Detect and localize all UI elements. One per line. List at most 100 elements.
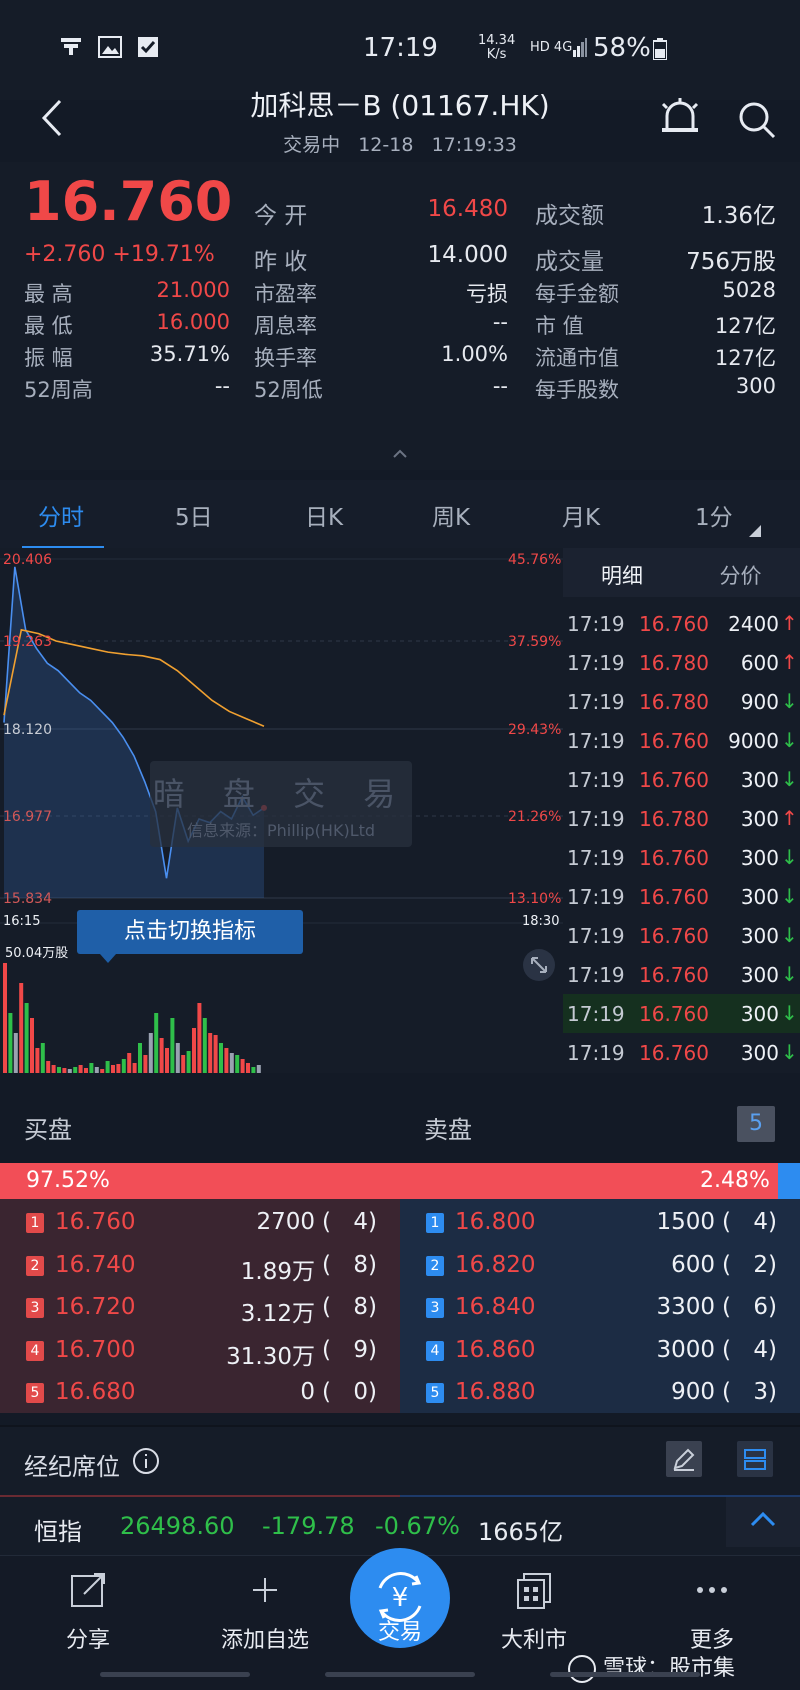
x-end-label: 18:30 <box>522 914 560 929</box>
nav-share[interactable]: 分享 <box>46 1570 130 1654</box>
bids-count-value: 8 <box>353 1251 368 1278</box>
volume-bar <box>138 1043 142 1073</box>
volume-bar <box>235 1055 240 1073</box>
edit-icon[interactable] <box>666 1441 702 1481</box>
share-icon <box>71 1573 105 1607</box>
trade-direction-icon: ↓ <box>781 884 798 908</box>
net-speed-unit: K/s <box>486 47 507 62</box>
stat-value-1-a: 16.000 <box>156 310 230 334</box>
trade-volume: 300 <box>740 807 779 831</box>
nav-dalishi[interactable]: 大利市 <box>492 1570 576 1654</box>
switch-indicator-tooltip[interactable]: 点击切换指标 <box>77 910 303 954</box>
layout-toggle-icon[interactable] <box>737 1441 773 1481</box>
tab-5[interactable]: 1分 <box>695 498 733 532</box>
bids-price: 16.740 <box>55 1251 136 1278</box>
tooltip-arrow <box>100 954 116 963</box>
tab-2[interactable]: 日K <box>305 498 343 532</box>
bids-paren-close: ) <box>368 1209 377 1235</box>
tab-3[interactable]: 周K <box>432 498 470 532</box>
nav-indicator-left <box>100 1672 250 1677</box>
trade-time: 17:19 <box>567 1002 625 1026</box>
trade-row: 17:19 16.760 300 ↓ <box>563 994 800 1033</box>
volume-bar <box>246 1063 250 1073</box>
intraday-chart[interactable]: 暗 盘 交 易 信息来源：Phillip(HK)Ltd 20.406 19.26… <box>0 548 563 1073</box>
trade-direction-icon: ↓ <box>781 1040 798 1064</box>
search-icon[interactable] <box>737 100 777 144</box>
nav-trade[interactable]: ¥ 交易 <box>350 1548 450 1648</box>
depth-selector[interactable]: 5 <box>737 1106 775 1142</box>
trade-price: 16.760 <box>639 1041 709 1065</box>
trade-time: 17:19 <box>567 885 625 909</box>
trade-detail-panel: 明细 分价 17:19 16.760 2400 ↑ 17:19 16.780 600 ↑ 17:… <box>563 548 800 1073</box>
bids-row: 3 16.720 3.12万 (8) <box>0 1288 400 1331</box>
trade-time: 17:19 <box>567 651 625 675</box>
stat-label-3-a: 52周高 <box>24 378 93 402</box>
gallery-icon <box>98 36 122 62</box>
volume-bar <box>116 1064 121 1073</box>
volume-bar <box>89 1063 94 1073</box>
bids-level-badge: 2 <box>26 1255 44 1276</box>
tab-price-breakdown[interactable]: 分价 <box>681 560 800 590</box>
bids-level-badge: 3 <box>26 1298 44 1319</box>
asks-quantity: 600 <box>671 1251 715 1278</box>
asks-row: 4 16.860 3000 (4) <box>400 1331 800 1374</box>
trade-time: 17:19 <box>567 690 625 714</box>
tab-0[interactable]: 分时 <box>38 498 84 532</box>
prev-close-label: 昨 收 <box>254 249 308 275</box>
nav-share-label: 分享 <box>65 1628 110 1653</box>
trade-price: 16.760 <box>639 1002 709 1026</box>
volume-bar <box>35 1048 40 1073</box>
info-icon[interactable] <box>132 1447 160 1479</box>
bids-paren-open: ( <box>322 1294 331 1321</box>
trading-date: 12-18 <box>358 134 414 156</box>
tab-1[interactable]: 5日 <box>175 498 213 532</box>
volume-bar <box>154 1013 159 1073</box>
stat-value-0-a: 21.000 <box>156 278 230 302</box>
turnover-value: 1.36亿 <box>701 203 776 229</box>
buy-ratio: 97.52% <box>26 1168 110 1193</box>
asks-price: 16.840 <box>455 1294 536 1321</box>
watermark-title: 暗 盘 交 易 <box>152 775 410 813</box>
volume-value: 756万股 <box>686 249 776 275</box>
expand-index-button[interactable] <box>726 1497 800 1547</box>
expand-icon[interactable] <box>522 948 556 986</box>
xueqiu-watermark-text: 雪球：股市集 <box>603 1656 736 1681</box>
tab-4[interactable]: 月K <box>562 498 600 532</box>
dropdown-triangle-icon[interactable] <box>749 522 761 541</box>
nav-add-watchlist[interactable]: 添加自选 <box>210 1570 320 1654</box>
asks-quantity: 3300 <box>656 1294 715 1321</box>
asks-count-value: 4 <box>753 1209 768 1235</box>
bids-quantity: 31.30万 <box>226 1343 315 1370</box>
back-icon[interactable] <box>40 98 66 142</box>
stat-label-1-a: 最 低 <box>24 314 73 338</box>
trade-row: 17:19 16.760 300 ↓ <box>563 916 800 955</box>
nav-more[interactable]: 更多 <box>670 1570 754 1654</box>
order-book-header: 买盘 卖盘 5 <box>0 1088 800 1160</box>
trade-price: 16.760 <box>639 612 709 636</box>
trade-price: 16.760 <box>639 924 709 948</box>
stat-label-3-c: 每手股数 <box>535 378 619 402</box>
bids-row: 2 16.740 1.89万 (8) <box>0 1246 400 1289</box>
bids-paren-close: ) <box>368 1251 377 1278</box>
asks-paren-open: ( <box>722 1294 731 1321</box>
asks-price: 16.860 <box>455 1336 536 1363</box>
trade-direction-icon: ↓ <box>781 728 798 752</box>
alarm-icon[interactable] <box>659 98 701 142</box>
bids-quantity: 0 <box>300 1379 315 1406</box>
bids-paren-close: ) <box>368 1379 377 1406</box>
asks-quantity: 900 <box>671 1379 715 1406</box>
volume-bar <box>251 1067 256 1073</box>
asks-paren-close: ) <box>768 1209 777 1235</box>
volume-bar <box>51 1065 56 1073</box>
collapse-chevron-icon[interactable] <box>392 444 408 463</box>
y-right-tick-4: 13.10% <box>508 891 562 907</box>
stat-label-3-b: 52周低 <box>254 378 323 402</box>
tab-detail[interactable]: 明细 <box>563 560 681 590</box>
volume-bar <box>94 1067 99 1073</box>
trade-price: 16.760 <box>639 963 709 987</box>
network-type: HD 4G <box>530 40 573 55</box>
trade-direction-icon: ↓ <box>781 962 798 986</box>
trade-time: 17:19 <box>567 729 625 753</box>
volume-bar <box>213 1035 218 1073</box>
volume-bar <box>127 1053 132 1073</box>
